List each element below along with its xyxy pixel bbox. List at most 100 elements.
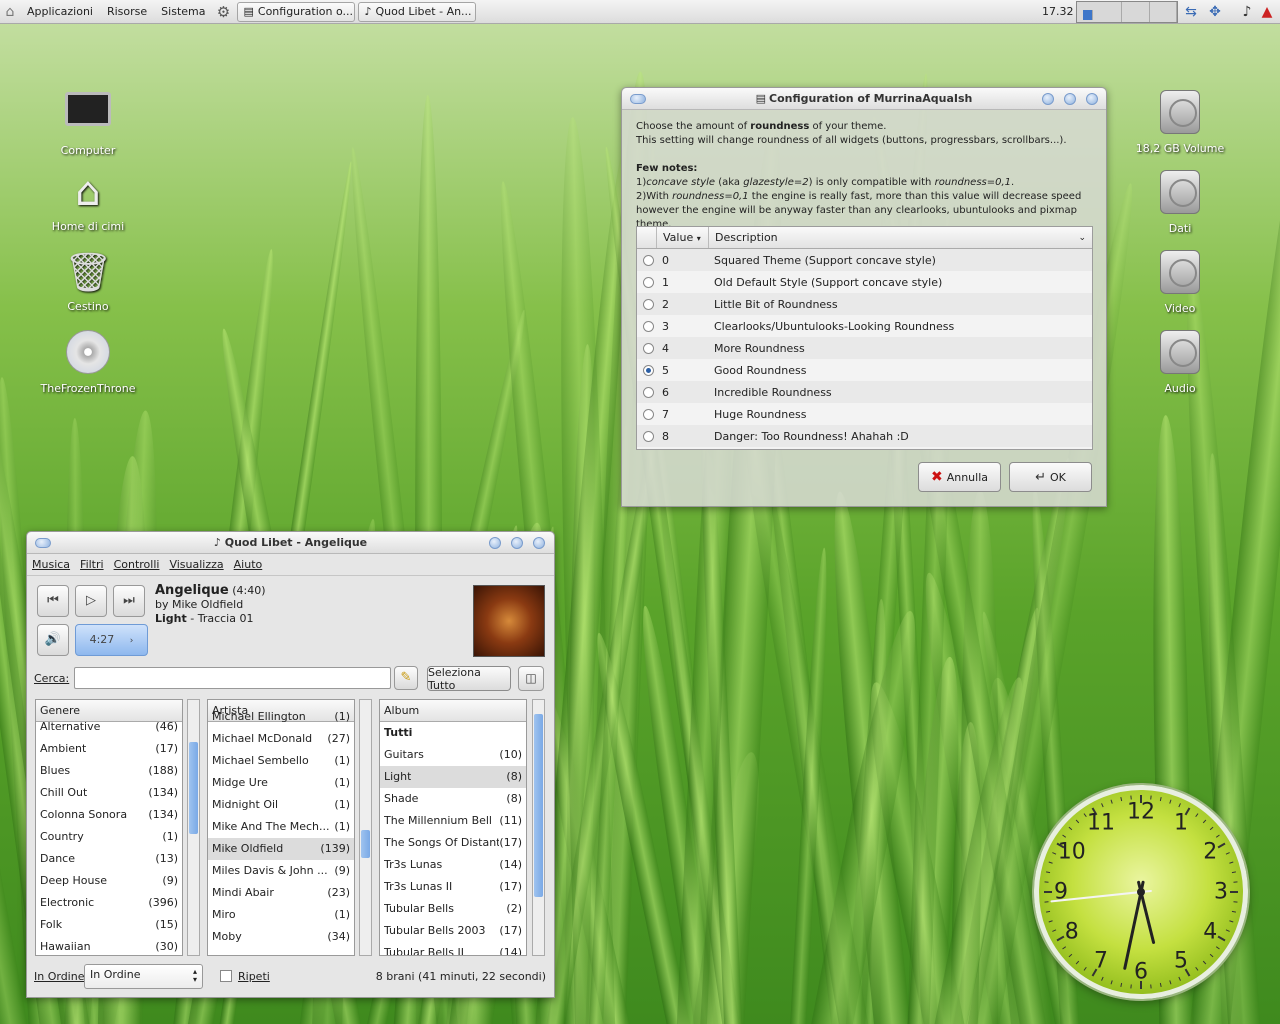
list-item[interactable]: Alternative (46) — [36, 716, 182, 738]
radio-button[interactable] — [643, 430, 654, 442]
cancel-button[interactable]: ✖ Annulla — [918, 462, 1001, 492]
browser-button[interactable]: ◫ — [518, 666, 544, 691]
list-item[interactable]: Tubular Bells 2003 (17) — [380, 920, 526, 942]
volume-button[interactable]: 🔊 — [37, 624, 69, 656]
settings-gear-icon[interactable]: ⚙ — [212, 3, 234, 21]
foot-icon[interactable]: ⌂ — [0, 4, 20, 20]
workspace-2[interactable] — [1095, 2, 1123, 22]
radio-button[interactable] — [643, 408, 654, 420]
workspace-1[interactable] — [1083, 10, 1093, 20]
minimize-button[interactable] — [489, 537, 501, 549]
menu-sistema[interactable]: Sistema — [154, 5, 212, 18]
list-item[interactable]: Tubular Bells II (14) — [380, 942, 526, 955]
radio-button[interactable] — [643, 364, 654, 376]
list-item[interactable]: Tubular Bells (2) — [380, 898, 526, 920]
desktop-icon-dati[interactable]: Dati — [1130, 168, 1230, 235]
repeat-checkbox[interactable] — [220, 970, 232, 982]
volume-icon[interactable]: ♪ — [1238, 3, 1256, 21]
list-item[interactable]: Tutti — [380, 722, 526, 744]
roundness-row[interactable]: 5 Good Roundness — [637, 359, 1092, 381]
task-config[interactable]: ▤ Configuration o... — [237, 1, 356, 22]
list-item[interactable]: Tr3s Lunas (14) — [380, 854, 526, 876]
ok-button[interactable]: ↵ OK — [1009, 462, 1092, 492]
radio-button[interactable] — [643, 386, 654, 398]
select-all-button[interactable]: Seleziona Tutto — [427, 666, 511, 692]
close-button[interactable] — [533, 537, 545, 549]
roundness-row[interactable]: 8 Danger: Too Roundness! Ahahah :D — [637, 425, 1092, 447]
col-description[interactable]: Description ⌄ — [709, 227, 1092, 248]
previous-button[interactable]: ⏮ — [37, 585, 69, 617]
desktop-icon-computer[interactable]: Computer — [38, 88, 138, 157]
desktop-icon-trash[interactable]: 🗑 Cestino — [38, 248, 138, 313]
seek-button[interactable]: 4:27 › — [75, 624, 148, 656]
list-item[interactable]: Colonna Sonora (134) — [36, 804, 182, 826]
list-item[interactable]: Folk (15) — [36, 914, 182, 936]
scroll-thumb[interactable] — [361, 830, 370, 858]
list-item[interactable]: Mike Oldfield (139) — [208, 838, 354, 860]
list-item[interactable]: Dance (13) — [36, 848, 182, 870]
list-item[interactable]: Blues (188) — [36, 760, 182, 782]
roundness-row[interactable]: 7 Huge Roundness — [637, 403, 1092, 425]
minimize-button[interactable] — [1042, 93, 1054, 105]
radio-button[interactable] — [643, 276, 654, 288]
list-item[interactable]: Deep House (9) — [36, 870, 182, 892]
workspace-4[interactable] — [1150, 2, 1177, 22]
list-item[interactable]: Mindi Abair (23) — [208, 882, 354, 904]
list-item[interactable]: Hawaiian (30) — [36, 936, 182, 955]
roundness-row[interactable]: 1 Old Default Style (Support concave styl… — [637, 271, 1092, 293]
desktop-icon-video[interactable]: Video — [1130, 248, 1230, 315]
artist-list[interactable]: Artista Michael Ellington (1) Michael McDo… — [207, 699, 355, 956]
scroll-thumb[interactable] — [189, 742, 198, 834]
desktop-icon-cd[interactable]: TheFrozenThrone — [38, 328, 138, 395]
list-item[interactable]: Ambient (17) — [36, 738, 182, 760]
menu-filtri[interactable]: Filtri — [75, 558, 109, 571]
task-quodlibet[interactable]: ♪ Quod Libet - An... — [358, 1, 477, 22]
menu-risorse[interactable]: Risorse — [100, 5, 154, 18]
list-item[interactable]: Miro (1) — [208, 904, 354, 926]
workspace-3[interactable] — [1122, 2, 1150, 22]
maximize-button[interactable] — [1064, 93, 1076, 105]
workspace-switcher[interactable] — [1076, 1, 1178, 23]
move-icon[interactable]: ✥ — [1206, 3, 1224, 21]
roundness-row[interactable]: 3 Clearlooks/Ubuntulooks-Looking Roundnes… — [637, 315, 1092, 337]
roundness-row[interactable]: 0 Squared Theme (Support concave style) — [637, 249, 1092, 271]
menu-button[interactable] — [35, 538, 51, 548]
genre-list[interactable]: Genere Alternative (46) Ambient (17) Blues (1… — [35, 699, 183, 956]
list-item[interactable]: Mike And The Mech... (1) — [208, 816, 354, 838]
list-item[interactable]: Midnight Oil (1) — [208, 794, 354, 816]
panel-clock[interactable]: 17.32 — [1042, 5, 1074, 18]
radio-button[interactable] — [643, 254, 654, 266]
roundness-row[interactable]: 2 Little Bit of Roundness — [637, 293, 1092, 315]
next-button[interactable]: ⏭ — [113, 585, 145, 617]
roundness-row[interactable]: 6 Incredible Roundness — [637, 381, 1092, 403]
search-input[interactable] — [74, 667, 391, 689]
menu-musica[interactable]: Musica — [27, 558, 75, 571]
scroll-thumb[interactable] — [534, 714, 543, 897]
desktop-icon-home[interactable]: ⌂ Home di cimi — [38, 168, 138, 233]
roundness-row[interactable]: 4 More Roundness — [637, 337, 1092, 359]
list-item[interactable]: Midge Ure (1) — [208, 772, 354, 794]
album-cover[interactable] — [473, 585, 545, 657]
desktop-icon-volume[interactable]: 18,2 GB Volume — [1130, 88, 1230, 155]
menu-applicazioni[interactable]: Applicazioni — [20, 5, 100, 18]
menu-button[interactable] — [630, 94, 646, 104]
network-icon[interactable]: ⇆ — [1182, 3, 1200, 21]
config-titlebar[interactable]: ▤ Configuration of MurrinaAquaIsh — [622, 88, 1106, 110]
list-item[interactable]: Moby (34) — [208, 926, 354, 948]
analog-clock[interactable]: 12 1 2 3 4 5 6 7 8 9 10 11 — [1034, 785, 1248, 999]
ql-titlebar[interactable]: ♪ Quod Libet - Angelique — [27, 532, 554, 554]
list-item[interactable]: Shade (8) — [380, 788, 526, 810]
play-button[interactable]: ▷ — [75, 585, 107, 617]
list-item[interactable]: Guitars (10) — [380, 744, 526, 766]
radio-button[interactable] — [643, 320, 654, 332]
list-item[interactable]: Light (8) — [380, 766, 526, 788]
list-item[interactable]: Tr3s Lunas II (17) — [380, 876, 526, 898]
list-item[interactable]: Michael Ellington (1) — [208, 706, 354, 728]
album-scrollbar[interactable] — [532, 699, 545, 956]
list-item[interactable]: Miles Davis & John ... (9) — [208, 860, 354, 882]
clear-search-button[interactable]: ✎ — [394, 666, 418, 690]
list-item[interactable]: The Millennium Bell (11) — [380, 810, 526, 832]
menu-visualizza[interactable]: Visualizza — [164, 558, 228, 571]
list-item[interactable]: Chill Out (134) — [36, 782, 182, 804]
list-item[interactable]: Michael McDonald (27) — [208, 728, 354, 750]
